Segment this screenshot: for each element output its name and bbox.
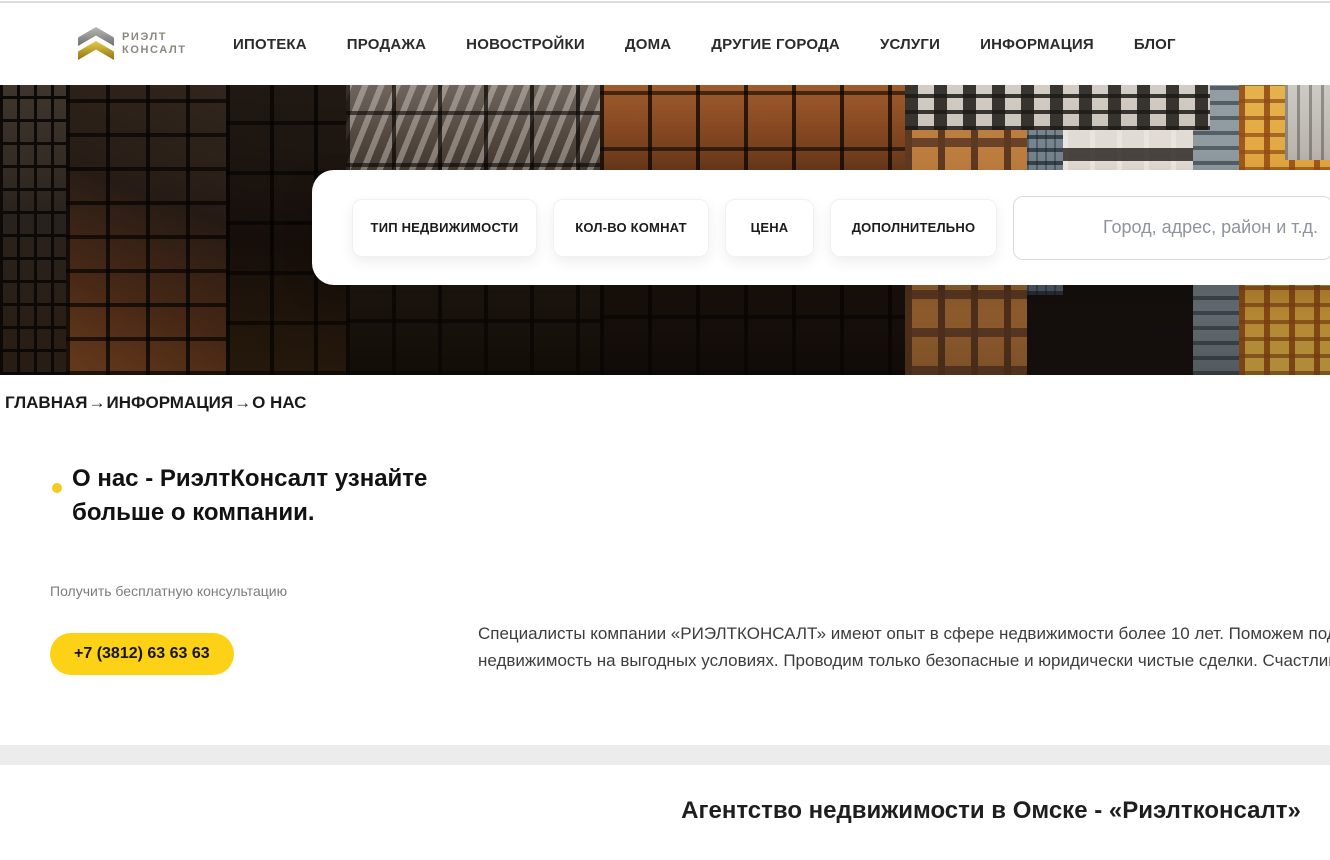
logo-text: РИЭЛТ КОНСАЛТ (122, 31, 187, 57)
site-header: РИЭЛТ КОНСАЛТ ИПОТЕКА ПРОДАЖА НОВОСТРОЙК… (0, 3, 1330, 85)
phone-call-button[interactable]: +7 (3812) 63 63 63 (50, 633, 234, 675)
filter-rooms-button[interactable]: КОЛ-ВО КОМНАТ (553, 199, 709, 257)
breadcrumb-about[interactable]: О НАС (252, 393, 306, 413)
logo-chevrons-icon (78, 25, 114, 63)
nav-item-prodazha[interactable]: ПРОДАЖА (347, 36, 426, 53)
filter-property-type-button[interactable]: ТИП НЕДВИЖИМОСТИ (352, 199, 537, 257)
location-search-input[interactable] (1013, 196, 1330, 260)
agency-section: Агентство недвижимости в Омске - «Риэлтк… (0, 797, 1330, 825)
hero-building (66, 85, 226, 375)
hero-building (1285, 85, 1330, 160)
nav-item-uslugi[interactable]: УСЛУГИ (880, 36, 940, 53)
nav-item-blog[interactable]: БЛОГ (1134, 36, 1176, 53)
filter-price-button[interactable]: ЦЕНА (725, 199, 814, 257)
breadcrumb: ГЛАВНАЯ → ИНФОРМАЦИЯ → О НАС (5, 393, 306, 413)
bullet-dot-icon (52, 483, 62, 493)
section-divider (0, 745, 1330, 765)
nav-item-ipoteka[interactable]: ИПОТЕКА (233, 36, 307, 53)
hero-building (0, 85, 66, 375)
consultation-label: Получить бесплатную консультацию (50, 583, 287, 599)
property-search-panel: ТИП НЕДВИЖИМОСТИ КОЛ-ВО КОМНАТ ЦЕНА ДОПО… (312, 170, 1330, 285)
about-description-line: недвижимость на выгодных условиях. Прово… (478, 647, 1330, 674)
breadcrumb-information[interactable]: ИНФОРМАЦИЯ (106, 393, 233, 413)
about-description: Специалисты компании «РИЭЛТКОНСАЛТ» имею… (478, 620, 1330, 674)
nav-item-doma[interactable]: ДОМА (625, 36, 671, 53)
breadcrumb-separator: → (88, 393, 105, 413)
breadcrumb-home[interactable]: ГЛАВНАЯ (5, 393, 87, 413)
hero-building (905, 85, 1210, 130)
page-title: О нас - РиэлтКонсалт узнайте больше о ко… (72, 462, 452, 530)
nav-item-drugie-goroda[interactable]: ДРУГИЕ ГОРОДА (711, 36, 840, 53)
logo[interactable]: РИЭЛТ КОНСАЛТ (78, 25, 187, 63)
main-nav: ИПОТЕКА ПРОДАЖА НОВОСТРОЙКИ ДОМА ДРУГИЕ … (233, 3, 1176, 85)
about-description-line: Специалисты компании «РИЭЛТКОНСАЛТ» имею… (478, 620, 1330, 647)
nav-item-novostroyki[interactable]: НОВОСТРОЙКИ (466, 36, 585, 53)
agency-section-title: Агентство недвижимости в Омске - «Риэлтк… (0, 797, 1330, 825)
breadcrumb-separator: → (234, 393, 251, 413)
filter-additional-button[interactable]: ДОПОЛНИТЕЛЬНО (830, 199, 997, 257)
nav-item-informaciya[interactable]: ИНФОРМАЦИЯ (980, 36, 1094, 53)
